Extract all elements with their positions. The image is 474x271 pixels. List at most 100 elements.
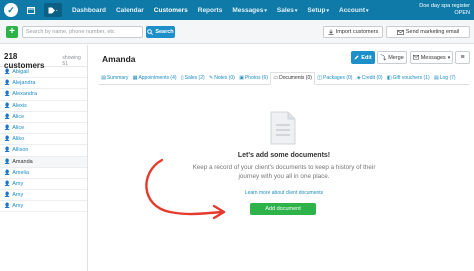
- customer-tabs: ▤ Summary ▦ Appointments (4) ▯ Sales (2) ✎ N…: [99, 72, 469, 85]
- customer-list-item[interactable]: 👤 Amy: [0, 201, 87, 213]
- envelope-icon: [396, 29, 404, 35]
- hamburger-menu-icon: ≡: [460, 54, 465, 61]
- brand-logo-icon[interactable]: ✓: [4, 3, 18, 17]
- customer-list-sidebar: 218 customers showing 51 👤 Abigail 👤 Aleja…: [0, 45, 88, 271]
- customer-list-item[interactable]: 👤 Amy: [0, 190, 87, 202]
- customer-name: Amy: [12, 180, 24, 187]
- tab-appointments[interactable]: ▦ Appointments (4): [131, 75, 179, 84]
- customer-list-item[interactable]: 👤 Alice: [0, 123, 87, 135]
- customer-list-item[interactable]: 👤 Aliko: [0, 134, 87, 146]
- nav-account[interactable]: Account▾: [339, 7, 369, 14]
- messages-label: Messages: [420, 54, 446, 61]
- send-marketing-email-button[interactable]: Send marketing email: [386, 26, 470, 38]
- customer-count-header: 218 customers showing 51: [0, 45, 87, 70]
- send-marketing-email-label: Send marketing email: [405, 29, 460, 35]
- customer-list-item-selected[interactable]: 👤 Amanda: [0, 156, 87, 168]
- document-illustration-icon: [270, 111, 296, 145]
- caret-down-icon: ▾: [264, 7, 267, 14]
- more-options-button[interactable]: ≡: [455, 51, 470, 64]
- tab-label: Appointments (4): [138, 75, 177, 81]
- tab-label: Packages (0): [323, 75, 353, 81]
- tab-credit[interactable]: ◈ Credit (0): [355, 75, 385, 84]
- import-icon: [328, 29, 334, 35]
- import-customers-label: Import customers: [335, 29, 379, 35]
- edit-button[interactable]: Edit: [351, 51, 375, 64]
- empty-state-title: Let's add some documents!: [237, 152, 331, 159]
- search-button-label: Search: [155, 29, 174, 35]
- top-navbar: ✓ Dashboard Calendar Customers Reports M…: [0, 0, 474, 20]
- caret-down-icon: ▾: [326, 7, 329, 14]
- customer-name: Alejandra: [12, 80, 36, 87]
- nav-setup[interactable]: Setup▾: [307, 7, 329, 14]
- person-icon: 👤: [4, 125, 11, 132]
- nav-messages[interactable]: Messages▾: [232, 7, 267, 14]
- tab-documents[interactable]: ▭ Documents (0): [270, 72, 316, 85]
- import-customers-button[interactable]: Import customers: [323, 26, 383, 38]
- customer-list-item[interactable]: 👤 Allison: [0, 145, 87, 157]
- customer-name: Alice: [12, 113, 25, 120]
- register-status[interactable]: Doe day spa register OPEN: [419, 3, 470, 17]
- package-icon: ◫: [317, 75, 323, 81]
- person-icon: 👤: [4, 91, 11, 98]
- messages-dropdown[interactable]: Messages ▾: [410, 51, 453, 64]
- pencil-icon: [354, 55, 359, 60]
- register-state: OPEN: [454, 10, 470, 16]
- customer-list-item[interactable]: 👤 Amelia: [0, 168, 87, 179]
- tab-photos[interactable]: ▣ Photos (6): [237, 75, 270, 84]
- customer-list-item[interactable]: 👤 Alexis: [0, 101, 87, 112]
- person-icon: 👤: [4, 203, 11, 210]
- empty-state-description-line: Keep a record of your client's documents…: [192, 164, 376, 171]
- tab-sales[interactable]: ▯ Sales (2): [179, 75, 207, 84]
- customer-name-heading: Amanda: [102, 54, 136, 64]
- showing-count: showing 51: [62, 55, 81, 67]
- calendar-icon[interactable]: [24, 3, 38, 17]
- tab-notes[interactable]: ✎ Notes (0): [207, 75, 237, 84]
- tab-label: Log (7): [439, 75, 456, 81]
- customer-list-item[interactable]: 👤 Alice: [0, 112, 87, 123]
- nav-reports[interactable]: Reports: [198, 7, 223, 14]
- nav-dashboard[interactable]: Dashboard: [72, 7, 106, 14]
- learn-more-link[interactable]: Learn more about client documents: [184, 190, 384, 196]
- tab-packages[interactable]: ◫ Packages (0): [315, 75, 355, 84]
- customer-name: Alexis: [12, 102, 27, 109]
- customer-list-item[interactable]: 👤 Amy: [0, 179, 87, 191]
- customer-list-item[interactable]: 👤 Alexandra: [0, 89, 87, 101]
- calendar-icon: ▦: [132, 75, 138, 81]
- caret-down-icon: ▾: [447, 54, 451, 61]
- nav-customers[interactable]: Customers: [154, 7, 188, 14]
- search-button[interactable]: Search: [146, 26, 175, 38]
- tab-label: Documents (0): [279, 75, 312, 81]
- tag-menu-icon[interactable]: [44, 3, 62, 17]
- tab-summary[interactable]: ▤ Summary: [99, 75, 131, 84]
- customer-search-input[interactable]: [22, 26, 143, 38]
- merge-button[interactable]: ⤵ Merge: [377, 51, 407, 64]
- nav-sales[interactable]: Sales▾: [277, 7, 298, 14]
- tab-label: Gift vouchers (1): [392, 75, 430, 81]
- empty-state-description-line: journey with you all in one place.: [238, 173, 330, 180]
- nav-account-label: Account: [339, 6, 365, 14]
- tab-label: Credit (0): [361, 75, 383, 81]
- customer-name: Amy: [12, 203, 24, 210]
- nav-calendar[interactable]: Calendar: [116, 7, 144, 14]
- customer-name: Abigail: [12, 69, 29, 76]
- add-customer-button[interactable]: +: [6, 26, 18, 38]
- tab-gift-vouchers[interactable]: ◧ Gift vouchers (1): [385, 75, 432, 84]
- customer-toolbar: + Search Import customers Send marketing…: [0, 20, 474, 44]
- person-icon: 👤: [4, 169, 11, 176]
- note-icon: ✎: [209, 75, 214, 81]
- person-icon: 👤: [4, 180, 11, 187]
- tab-log[interactable]: ▤ Log (7): [432, 75, 458, 84]
- search-icon: [147, 29, 154, 35]
- customer-name: Alice: [12, 125, 25, 132]
- register-name: Doe day spa register: [419, 3, 470, 9]
- person-icon: 👤: [4, 69, 11, 76]
- customer-list-item[interactable]: 👤 Alejandra: [0, 78, 87, 90]
- customer-name: Alexandra: [12, 91, 38, 98]
- envelope-icon: [412, 55, 419, 60]
- summary-icon: ▤: [101, 75, 106, 81]
- person-icon: 👤: [4, 113, 11, 120]
- person-icon: 👤: [4, 80, 11, 87]
- person-icon: 👤: [4, 136, 11, 143]
- add-document-button[interactable]: Add document: [250, 203, 316, 215]
- nav-sales-label: Sales: [276, 6, 294, 14]
